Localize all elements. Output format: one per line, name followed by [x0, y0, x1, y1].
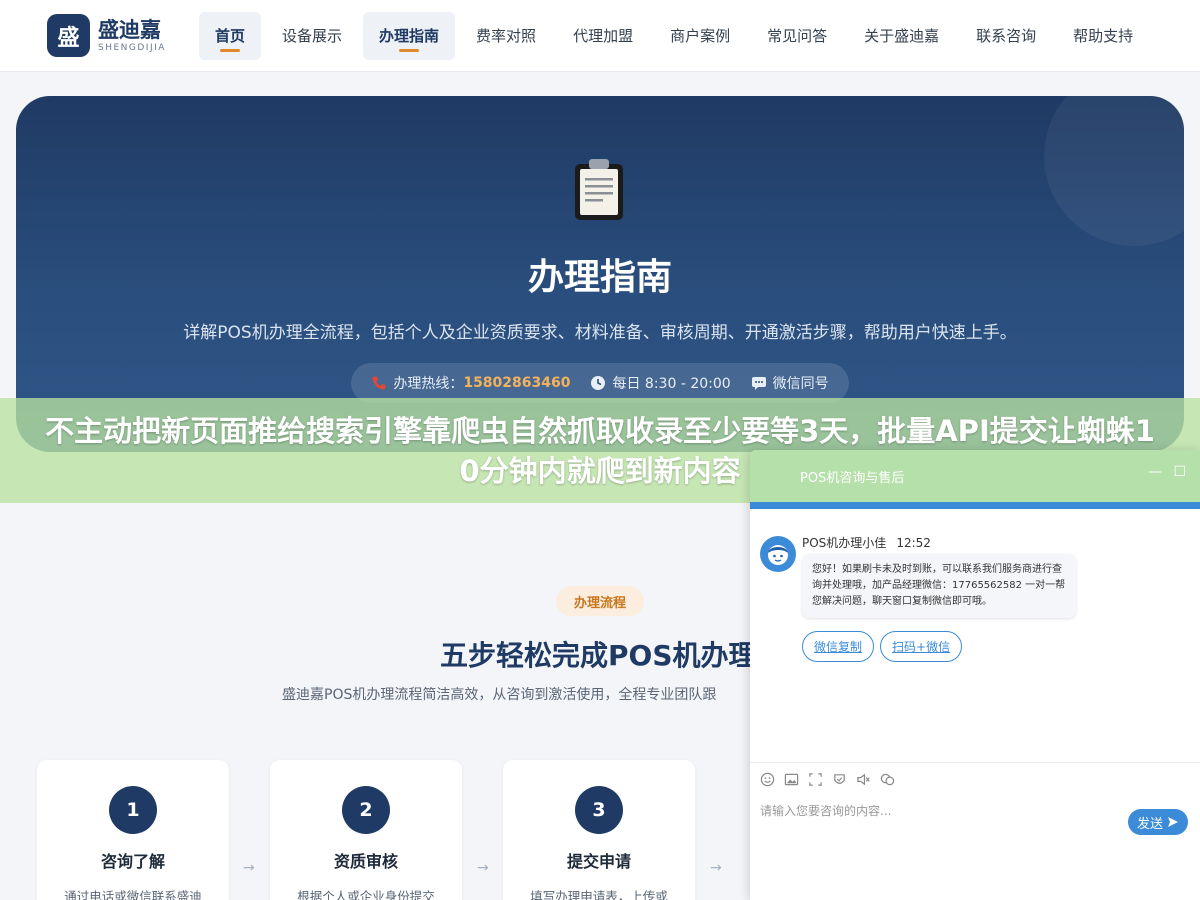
step-title: 咨询了解	[100, 852, 165, 871]
send-label: 发送	[1136, 816, 1163, 832]
arrow-right-icon: →	[243, 860, 255, 876]
step-desc: 根据个人或企业身份提交	[297, 889, 435, 900]
nav-item-faq[interactable]: 常见问答	[751, 12, 843, 60]
step-title: 资质审核	[333, 852, 398, 871]
agent-avatar	[760, 536, 796, 572]
step-desc: 填写办理申请表，上传或	[530, 889, 668, 900]
nav-item-agent[interactable]: 代理加盟	[557, 12, 649, 60]
chat-input[interactable]: 请输入您要咨询的内容...	[760, 802, 891, 819]
arrow-right-icon: →	[477, 860, 489, 876]
chat-header-bar	[750, 502, 1200, 509]
step-title: 提交申请	[566, 852, 631, 871]
step-desc: 通过电话或微信联系盛迪	[64, 889, 202, 900]
agent-name: POS机办理小佳	[802, 536, 887, 550]
hero-decoration	[1044, 96, 1184, 246]
mute-icon[interactable]	[856, 772, 871, 787]
nav-item-home[interactable]: 首页	[199, 11, 262, 60]
process-title: 五步轻松完成POS机办理	[440, 639, 757, 672]
process-subtitle: 盛迪嘉POS机办理流程简洁高效，从咨询到激活使用，全程专业团队跟	[282, 687, 717, 703]
nav-item-rates[interactable]: 费率对照	[460, 12, 552, 60]
quick-reply-chips: 微信复制 扫码+微信	[802, 631, 968, 662]
chat-widget: POS机咨询与售后 — ☐ POS机办理小佳 12:52 您好！如果刷卡未及时到账…	[750, 450, 1200, 900]
logo-badge: 盛	[47, 14, 90, 57]
chat-header: POS机咨询与售后 — ☐	[750, 450, 1200, 502]
image-icon[interactable]	[784, 772, 799, 787]
business-hours: 每日 8:30 - 20:00	[612, 376, 731, 392]
hours-item: 每日 8:30 - 20:00	[590, 373, 731, 393]
copy-wechat-button[interactable]: 微信复制	[802, 631, 875, 662]
nav-item-help[interactable]: 帮助支持	[1057, 12, 1149, 60]
hero-subtitle: 详解POS机办理全流程，包括个人及企业资质要求、材料准备、审核周期、开通激活步骤…	[183, 323, 1017, 343]
step-card-1: 1 咨询了解 通过电话或微信联系盛迪	[37, 760, 229, 900]
chat-toolbar	[750, 762, 1200, 796]
nav-item-guide[interactable]: 办理指南	[363, 11, 456, 60]
step-number: 2	[342, 786, 390, 834]
hotline-number[interactable]: 15802863460	[463, 375, 570, 391]
rating-icon[interactable]	[832, 772, 847, 787]
step-card-3: 3 提交申请 填写办理申请表，上传或	[503, 760, 695, 900]
wechat-item: 微信同号	[751, 373, 829, 393]
arrow-right-icon: →	[710, 860, 722, 876]
process-tag: 办理流程	[556, 586, 644, 616]
clock-icon	[591, 376, 606, 390]
emoji-icon[interactable]	[760, 772, 775, 787]
main-nav: 首页 设备展示 办理指南 费率对照 代理加盟 商户案例 常见问答 关于盛迪嘉 联…	[199, 11, 1154, 60]
message-bubble: 您好！如果刷卡未及时到账，可以联系我们服务商进行查询并处理哦，加产品经理微信：1…	[802, 554, 1076, 618]
hero-title: 办理指南	[527, 257, 672, 298]
maximize-icon[interactable]: ☐	[1173, 464, 1186, 480]
history-icon[interactable]	[880, 772, 895, 787]
nav-item-cases[interactable]: 商户案例	[654, 12, 746, 60]
logo-text: 盛迪嘉 SHENGDIJIA	[98, 18, 166, 54]
message-time: 12:52	[896, 536, 931, 550]
chat-title: POS机咨询与售后	[800, 470, 905, 486]
screenshot-icon[interactable]	[808, 772, 823, 787]
step-card-2: 2 资质审核 根据个人或企业身份提交	[270, 760, 462, 900]
nav-item-contact[interactable]: 联系咨询	[960, 12, 1052, 60]
chat-bubble-icon	[751, 377, 766, 390]
hero-contact-bar: 办理热线： 15802863460 每日 8:30 - 20:00 微信同号	[351, 363, 849, 403]
hotline-item[interactable]: 办理热线： 15802863460	[371, 373, 570, 393]
send-arrow-icon	[1168, 817, 1178, 827]
minimize-icon[interactable]: —	[1148, 464, 1162, 480]
nav-item-devices[interactable]: 设备展示	[266, 12, 358, 60]
scan-wechat-button[interactable]: 扫码+微信	[880, 631, 963, 662]
site-header: 盛 盛迪嘉 SHENGDIJIA 首页 设备展示 办理指南 费率对照 代理加盟 …	[0, 0, 1200, 72]
logo-name-en: SHENGDIJIA	[98, 42, 166, 53]
clipboard-icon	[575, 159, 623, 220]
logo-name-cn: 盛迪嘉	[98, 17, 161, 42]
wechat-note: 微信同号	[772, 376, 829, 392]
step-number: 3	[575, 786, 623, 834]
hotline-label: 办理热线：	[393, 376, 464, 392]
message-meta: POS机办理小佳 12:52	[802, 534, 931, 551]
phone-icon	[372, 376, 386, 390]
nav-item-about[interactable]: 关于盛迪嘉	[848, 12, 955, 60]
send-button[interactable]: 发送	[1128, 809, 1188, 835]
step-number: 1	[109, 786, 157, 834]
agent-face-icon	[768, 545, 788, 565]
logo[interactable]: 盛 盛迪嘉 SHENGDIJIA	[47, 14, 197, 57]
